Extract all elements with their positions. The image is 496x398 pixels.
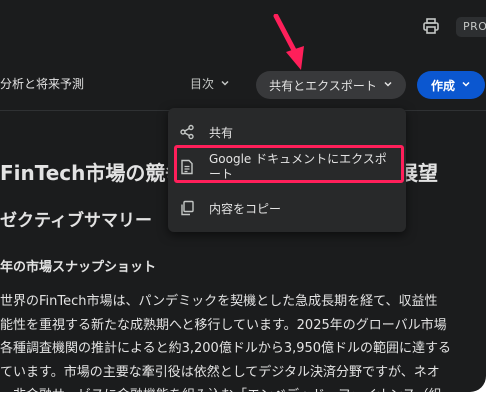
app-window: PRO 分析と将来予測 目次 共有とエクスポート 作成 FinTech市場の競争… <box>0 0 486 392</box>
doc-toolbar: 分析と将来予測 目次 共有とエクスポート 作成 <box>0 62 486 111</box>
chevron-down-icon <box>383 78 393 92</box>
share-icon <box>179 124 195 140</box>
doc-heading-3: 年の市場スナップショット <box>0 260 157 275</box>
menu-item-label: 共有 <box>209 125 234 140</box>
paragraph-line: 各種調査機関の推計によると約3,200億ドルから3,950億ドルの範囲に達する <box>0 341 452 356</box>
paragraph-line: 世界のFinTech市場は、パンデミックを契機とした急成長期を経て、収益性 <box>0 294 438 309</box>
annotation-highlight-box <box>174 145 404 183</box>
chevron-down-icon <box>461 78 471 92</box>
top-bar: PRO <box>0 0 486 56</box>
toc-label: 目次 <box>190 77 215 91</box>
printer-icon[interactable] <box>422 17 440 35</box>
annotation-arrow-icon <box>270 13 310 74</box>
doc-heading-2: ゼクティブサマリー <box>0 211 152 231</box>
share-export-label: 共有とエクスポート <box>269 78 377 93</box>
doc-title: 分析と将来予測 <box>0 77 85 91</box>
share-export-button[interactable]: 共有とエクスポート <box>256 71 406 99</box>
chevron-down-icon <box>220 71 230 97</box>
paragraph-line: 能性を重視する新たな成熟期へと移行しています。2025年のグローバル市場 <box>0 317 447 333</box>
menu-item-share[interactable]: 共有 <box>168 116 406 148</box>
doc-paragraph: 世界のFinTech市場は、パンデミックを契機とした急成長期を経て、収益性 能性… <box>0 290 486 392</box>
doc-heading-1: FinTech市場の競争 <box>0 161 186 185</box>
paragraph-line: ています。市場の主要な牽引役は依然としてデジタル決済分野ですが、ネオ <box>0 364 440 380</box>
menu-item-label: 内容をコピー <box>209 201 282 216</box>
create-button[interactable]: 作成 <box>417 71 485 99</box>
pro-badge[interactable]: PRO <box>456 17 486 37</box>
create-label: 作成 <box>430 78 455 93</box>
copy-icon <box>179 200 195 216</box>
toc-button[interactable]: 目次 <box>190 71 230 97</box>
menu-item-copy-content[interactable]: 内容をコピー <box>168 192 406 224</box>
paragraph-line: 、非金融サービスに金融機能を組み込む「エンベデッド・ファイナンス（組 <box>0 384 486 392</box>
